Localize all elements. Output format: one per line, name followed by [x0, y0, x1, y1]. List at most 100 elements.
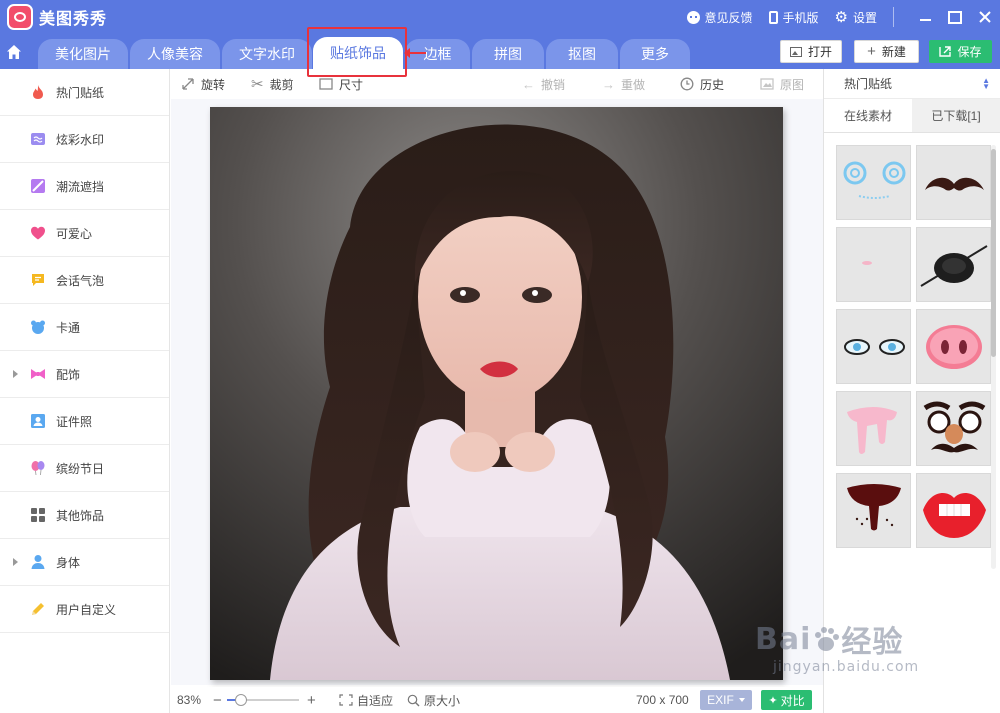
zoom-slider[interactable]: [227, 694, 299, 706]
zoom-out-button[interactable]: −: [213, 692, 222, 709]
watermark-icon: [30, 131, 46, 147]
material-tabs: 在线素材 已下载[1]: [824, 99, 1000, 133]
sticker-blush[interactable]: [836, 227, 911, 302]
portrait-photo: [210, 107, 783, 680]
exif-label: EXIF: [707, 693, 734, 707]
tab-more[interactable]: 更多: [620, 39, 690, 69]
image-icon: [789, 46, 802, 57]
zoom-in-button[interactable]: +: [307, 692, 316, 709]
sidebar-item-4[interactable]: 会话气泡: [0, 257, 169, 304]
sidebar-item-label: 会话气泡: [56, 273, 105, 288]
sticker-scrollbar-thumb[interactable]: [991, 149, 996, 357]
settings-button[interactable]: ⚙ 设置: [835, 9, 877, 26]
actual-size-button[interactable]: 原大小: [407, 692, 460, 709]
sidebar-item-label: 用户自定义: [56, 602, 117, 617]
compare-button[interactable]: ✦ 对比: [761, 690, 812, 710]
new-label: 新建: [881, 45, 906, 59]
redo-label: 重做: [621, 77, 646, 92]
minimize-button[interactable]: [910, 0, 940, 34]
sidebar-item-label: 炫彩水印: [56, 132, 105, 147]
tab-downloaded[interactable]: 已下载[1]: [912, 99, 1000, 132]
feedback-button[interactable]: 意见反馈: [686, 9, 753, 26]
original-button[interactable]: 原图: [760, 76, 804, 93]
balloon-icon: [30, 460, 46, 476]
sidebar-item-label: 身体: [56, 555, 81, 570]
magnifier-icon: [407, 694, 420, 706]
sidebar-item-7[interactable]: 证件照: [0, 398, 169, 445]
fit-icon: [339, 694, 353, 706]
history-label: 历史: [700, 77, 725, 92]
watermark-brand2: 经验: [841, 625, 904, 660]
redo-button[interactable]: → 重做: [602, 76, 645, 93]
sticker-category-sidebar: 热门贴纸炫彩水印潮流遮挡 可爱心会话气泡卡通 配饰 证件照 缤纷节日其他饰品身体用户自定…: [0, 69, 170, 713]
tab-portrait[interactable]: 人像美容: [130, 39, 220, 69]
maximize-button[interactable]: [940, 0, 970, 34]
sidebar-item-5[interactable]: 卡通: [0, 304, 169, 351]
app-title: 美图秀秀: [39, 11, 108, 28]
sidebar-item-9[interactable]: 其他饰品: [0, 492, 169, 539]
sticker-mustache[interactable]: [916, 145, 991, 220]
tab-frames[interactable]: 边框: [405, 39, 470, 69]
tab-beautify[interactable]: 美化图片: [38, 39, 128, 69]
undo-button[interactable]: ← 撤销: [522, 76, 565, 93]
tab-text-watermark[interactable]: 文字水印: [222, 39, 312, 69]
sidebar-item-1[interactable]: 炫彩水印: [0, 116, 169, 163]
mobile-version-button[interactable]: 手机版: [768, 9, 819, 26]
open-button[interactable]: 打开: [780, 40, 842, 63]
tab-stickers[interactable]: 贴纸饰品: [313, 37, 403, 69]
title-bar: 美图秀秀 意见反馈 手机版 ⚙ 设置: [0, 0, 1000, 34]
sidebar-item-10[interactable]: 身体: [0, 539, 169, 586]
image-icon: [760, 78, 774, 90]
updown-icon: ▲ ▼: [982, 76, 990, 91]
photo-canvas[interactable]: [210, 107, 783, 680]
chat-icon: [686, 10, 700, 24]
close-button[interactable]: [970, 0, 1000, 34]
home-button[interactable]: [0, 34, 28, 69]
tab-collage[interactable]: 拼图: [472, 39, 544, 69]
category-value: 热门贴纸: [844, 77, 893, 91]
tab-online-materials[interactable]: 在线素材: [824, 99, 912, 132]
sticker-eye-patch[interactable]: [916, 227, 991, 302]
fit-window-button[interactable]: 自适应: [339, 692, 393, 709]
sticker-cartoon-eyes[interactable]: [836, 309, 911, 384]
exif-button[interactable]: EXIF: [700, 690, 752, 710]
right-arrow-icon: →: [602, 76, 615, 92]
sidebar-item-3[interactable]: 可爱心: [0, 210, 169, 257]
expand-caret-icon[interactable]: [13, 558, 18, 566]
baidu-watermark: Bai 经验 jingyan.baidu.com: [755, 617, 920, 676]
history-button[interactable]: 历史: [680, 76, 724, 93]
save-button[interactable]: 保存: [929, 40, 992, 63]
watermark-url: jingyan.baidu.com: [773, 659, 920, 675]
resize-button[interactable]: 尺寸: [319, 76, 363, 93]
sidebar-item-label: 其他饰品: [56, 508, 105, 523]
main-tab-bar: 美化图片 人像美容 文字水印 贴纸饰品 边框 拼图 抠图 更多: [0, 34, 1000, 69]
sidebar-item-2[interactable]: 潮流遮挡: [0, 163, 169, 210]
sidebar-item-0[interactable]: 热门贴纸: [0, 69, 169, 116]
sidebar-item-label: 热门贴纸: [56, 85, 105, 100]
sticker-blood-drip[interactable]: [836, 473, 911, 548]
rotate-button[interactable]: 旋转: [181, 76, 225, 93]
sidebar-item-6[interactable]: 配饰: [0, 351, 169, 398]
person-icon: [30, 554, 46, 570]
new-button[interactable]: + 新建: [854, 40, 919, 63]
heart-icon: [30, 225, 46, 241]
sticker-big-lips[interactable]: [916, 473, 991, 548]
watermark-brand: Bai: [755, 621, 812, 657]
sticker-swirl-eyes[interactable]: [836, 145, 911, 220]
title-divider: [893, 7, 894, 27]
sticker-category-select[interactable]: 热门贴纸 ▲ ▼: [824, 69, 1000, 99]
save-label: 保存: [957, 45, 982, 59]
original-label: 原图: [780, 77, 805, 92]
sidebar-item-8[interactable]: 缤纷节日: [0, 445, 169, 492]
sticker-disguise-glasses[interactable]: [916, 391, 991, 466]
blood-drip-icon: [847, 484, 901, 531]
cartoon-eyes-icon: [844, 339, 905, 355]
sticker-pig-nose[interactable]: [916, 309, 991, 384]
zoom-slider-handle[interactable]: [235, 694, 248, 706]
crop-button[interactable]: ✂ 裁剪: [251, 75, 294, 93]
expand-caret-icon[interactable]: [13, 370, 18, 378]
undo-label: 撤销: [541, 77, 566, 92]
tab-cutout[interactable]: 抠图: [546, 39, 618, 69]
sticker-drip[interactable]: [836, 391, 911, 466]
sidebar-item-11[interactable]: 用户自定义: [0, 586, 169, 633]
